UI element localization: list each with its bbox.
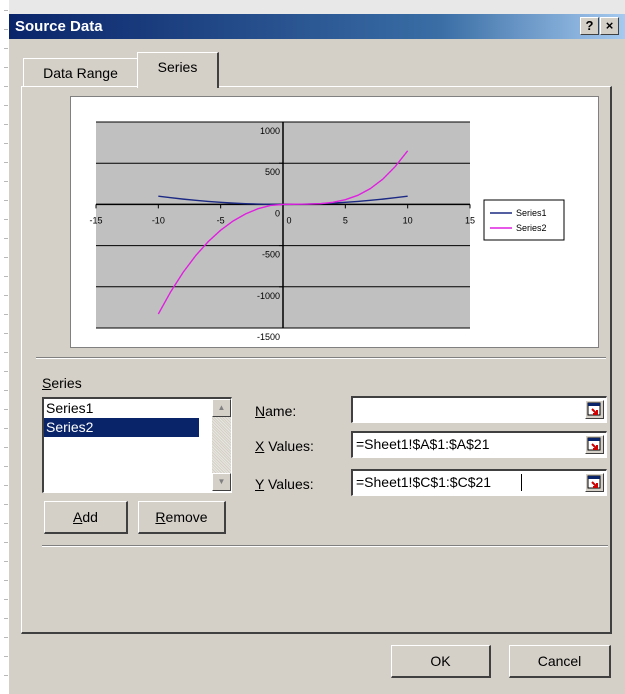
list-item-series1[interactable]: Series1	[44, 399, 199, 418]
close-button[interactable]: ×	[600, 17, 619, 35]
series-heading: Series	[42, 375, 82, 391]
remove-accel: R	[155, 509, 166, 525]
x-values-value: =Sheet1!$A$1:$A$21	[356, 436, 490, 452]
y-tick-label: 0	[275, 208, 280, 218]
x-tick-label: -15	[89, 215, 102, 225]
add-accel: A	[73, 509, 83, 525]
x-values-rest: Values:	[264, 438, 314, 454]
source-data-dialog: Source Data ? × Data Range Series -15 -10…	[8, 0, 625, 694]
series-heading-rest: eries	[51, 375, 82, 391]
separator-bottom	[42, 545, 608, 547]
x-tick-label: 10	[403, 215, 413, 225]
legend-label-1: Series1	[516, 208, 547, 218]
series-heading-accel: S	[42, 375, 52, 391]
legend-box	[483, 199, 565, 241]
y-tick-label: -500	[262, 250, 280, 260]
chart-preview: -15 -10 -5 0 5 10 15 1000 500 0 -500 -1000 -1500 Seri…	[70, 96, 599, 348]
x-values-label: X Values:	[255, 438, 314, 454]
text-caret	[521, 474, 522, 491]
ok-button[interactable]: OK	[391, 645, 491, 678]
scroll-down-icon[interactable]: ▼	[212, 473, 231, 491]
title-bar[interactable]: Source Data ? ×	[9, 14, 625, 39]
tab-data-range[interactable]: Data Range	[23, 58, 139, 87]
list-item-series2[interactable]: Series2	[44, 418, 199, 437]
x-tick-label: -10	[152, 215, 165, 225]
y-tick-label: -1500	[257, 332, 280, 342]
collapse-dialog-icon[interactable]	[585, 473, 604, 492]
x-tick-label: 5	[343, 215, 348, 225]
scroll-up-icon[interactable]: ▲	[212, 399, 231, 417]
help-button[interactable]: ?	[580, 17, 599, 35]
add-rest: dd	[82, 509, 98, 525]
y-values-label: Y Values:	[255, 476, 314, 492]
y-values-field[interactable]: =Sheet1!$C$1:$C$21	[351, 469, 607, 496]
window-title: Source Data	[15, 18, 103, 35]
y-values-rest: Values:	[264, 476, 314, 492]
y-values-value: =Sheet1!$C$1:$C$21	[356, 474, 492, 490]
chart-svg: -15 -10 -5 0 5 10 15 1000 500 0 -500 -1000 -1500 Seri…	[89, 121, 565, 342]
series-tab-panel: -15 -10 -5 0 5 10 15 1000 500 0 -500 -1000 -1500 Seri…	[21, 86, 612, 634]
x-tick-label: -5	[217, 215, 225, 225]
y-tick-label: -1000	[257, 291, 280, 301]
remove-series-button[interactable]: Remove	[138, 501, 226, 534]
series-listbox[interactable]: Series1 Series2 ▲ ▼	[42, 397, 232, 493]
x-values-field[interactable]: =Sheet1!$A$1:$A$21	[351, 431, 607, 458]
name-field[interactable]	[351, 396, 607, 423]
x-tick-label: 0	[286, 215, 291, 225]
listbox-scrollbar[interactable]: ▲ ▼	[212, 399, 231, 491]
remove-rest: emove	[165, 509, 208, 525]
add-series-button[interactable]: Add	[44, 501, 128, 534]
x-values-accel: X	[255, 438, 265, 454]
collapse-dialog-icon[interactable]	[585, 435, 604, 454]
separator-top	[36, 357, 606, 359]
background-strip	[9, 0, 625, 14]
y-tick-label: 500	[265, 167, 280, 177]
legend-label-2: Series2	[516, 223, 547, 233]
collapse-dialog-icon[interactable]	[585, 400, 604, 419]
cancel-button[interactable]: Cancel	[509, 645, 611, 678]
name-label: Name:	[255, 403, 296, 419]
name-rest: ame:	[265, 403, 297, 419]
tab-series[interactable]: Series	[137, 52, 219, 88]
name-accel: N	[255, 403, 266, 419]
y-tick-label: 1000	[260, 126, 280, 136]
x-tick-label: 15	[465, 215, 475, 225]
y-values-accel: Y	[255, 476, 265, 492]
